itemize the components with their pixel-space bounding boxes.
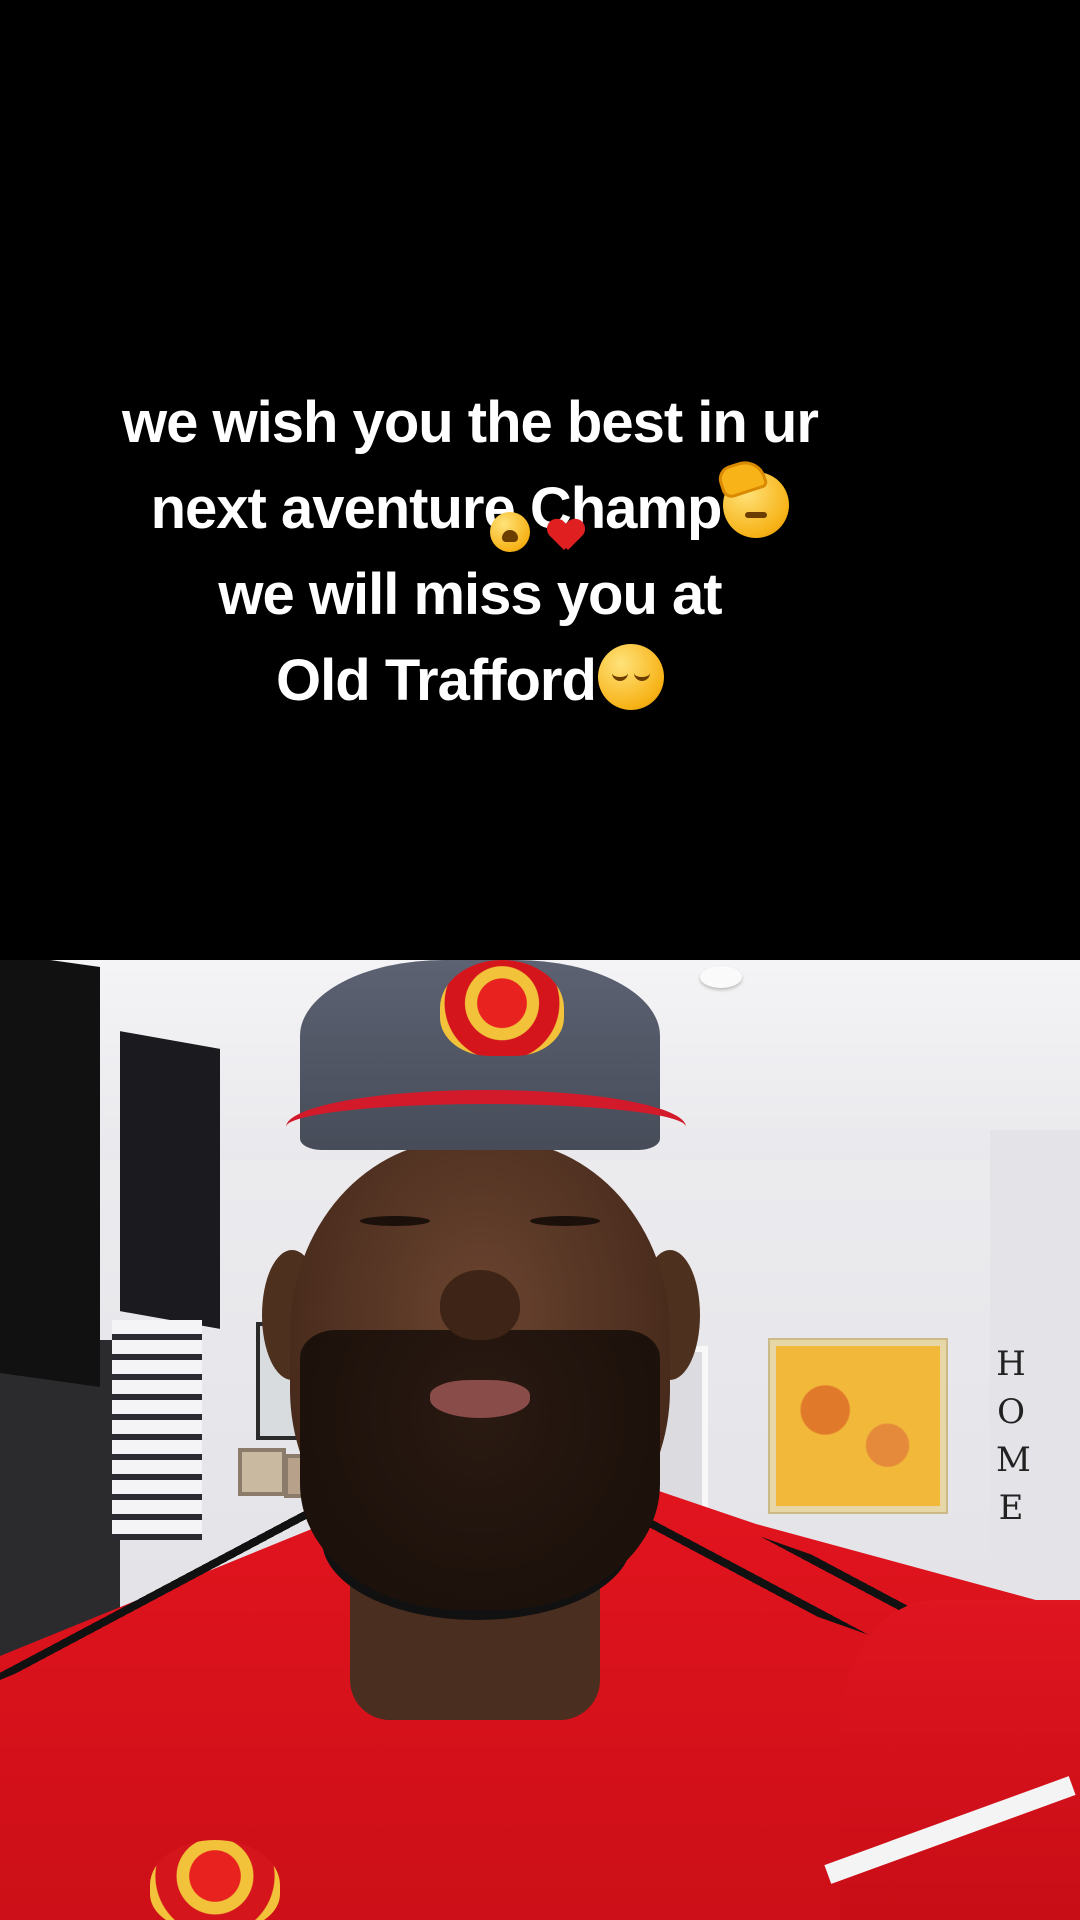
caption-line-4: Old Trafford (0, 638, 940, 724)
yellow-painting (768, 1338, 948, 1514)
crying-face-icon (490, 512, 530, 552)
caption-line-3: we will miss you at (218, 562, 722, 627)
beard (300, 1330, 660, 1610)
caption-line-1: we wish you the best in ur (122, 390, 819, 455)
window-blinds (112, 1320, 202, 1540)
caption-area: we wish you the best in ur next aventure… (0, 0, 1080, 960)
caption-line-2-text: next aventure Champ (150, 476, 723, 541)
closed-eye-left (360, 1216, 430, 1226)
tv-screen (0, 960, 100, 1388)
nose (440, 1270, 520, 1340)
closed-eye-right (530, 1216, 600, 1226)
small-photo-frame (238, 1448, 286, 1496)
video-frame[interactable]: H O M E (0, 960, 1080, 1920)
monitor (120, 1031, 220, 1329)
cap-brim (286, 1090, 686, 1164)
saluting-face-icon (723, 472, 790, 538)
home-wall-sign: H O M E (996, 1340, 1031, 1532)
jersey-sleeve (840, 1600, 1080, 1920)
club-crest-badge (150, 1840, 280, 1920)
smoke-detector (700, 966, 742, 988)
caption-text: we wish you the best in ur next aventure… (0, 380, 940, 724)
mouth (430, 1380, 530, 1418)
red-heart-icon (548, 520, 584, 550)
home-letter: O (997, 1392, 1025, 1432)
home-letter: E (998, 1488, 1024, 1528)
caption-line-2: next aventure Champ (0, 466, 940, 552)
home-letter: M (996, 1440, 1031, 1480)
relieved-face-icon (597, 644, 664, 710)
home-letter: H (996, 1344, 1026, 1384)
cap-crest-icon (440, 960, 564, 1056)
caption-line-4-text: Old Trafford (276, 648, 597, 713)
